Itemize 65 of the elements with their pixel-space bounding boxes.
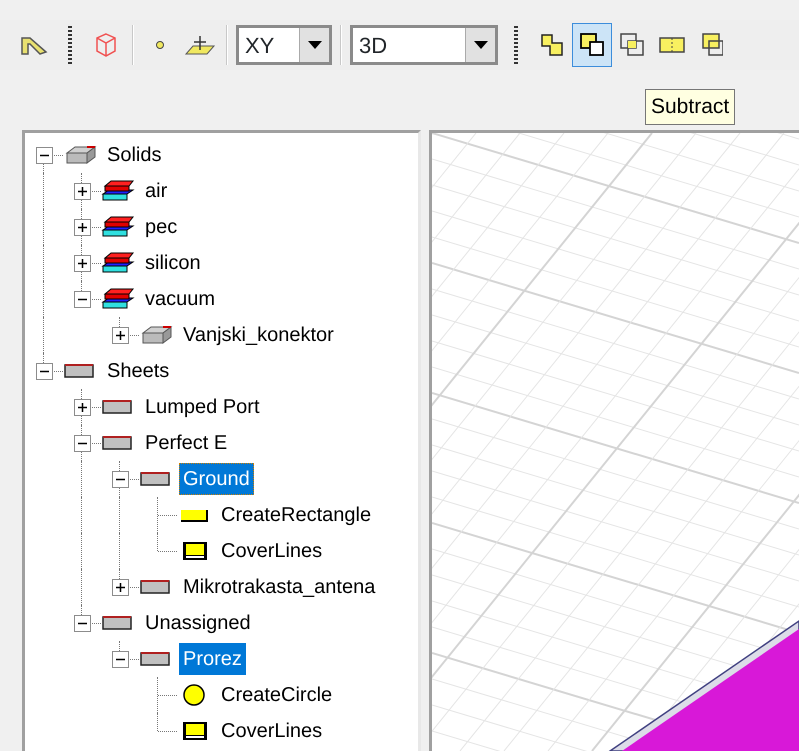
tree-item[interactable]: CreateCircle — [217, 679, 336, 711]
material-stack-icon — [101, 252, 135, 274]
collapse-toggle[interactable] — [74, 291, 91, 308]
unite-icon — [540, 33, 564, 57]
plus-icon — [116, 331, 125, 340]
material-stack-icon — [101, 216, 135, 238]
plus-icon — [78, 223, 87, 232]
tooltip: Subtract — [645, 89, 736, 124]
tree-item[interactable]: pec — [141, 211, 182, 243]
box-icon — [95, 32, 117, 58]
imprint-icon — [701, 32, 723, 58]
sheet-icon — [139, 470, 173, 488]
tree-item[interactable]: Lumped Port — [141, 391, 264, 423]
tree-item[interactable]: Vanjski_konektor — [179, 319, 338, 351]
expand-toggle[interactable] — [112, 579, 129, 596]
point-icon — [155, 40, 165, 50]
toolbar-grip[interactable] — [68, 26, 72, 64]
sheet-icon — [139, 650, 173, 668]
sheet-icon — [101, 434, 135, 452]
plus-icon — [78, 259, 87, 268]
dropdown-arrow-icon — [474, 41, 488, 49]
subtract-icon — [579, 32, 605, 58]
subtract-button[interactable] — [572, 23, 612, 67]
plus-icon — [78, 403, 87, 412]
toolbar-grip[interactable] — [514, 26, 518, 64]
plus-icon — [78, 187, 87, 196]
expand-toggle[interactable] — [74, 399, 91, 416]
sheet-icon — [101, 614, 135, 632]
plus-icon — [116, 583, 125, 592]
material-stack-icon — [101, 288, 135, 310]
collapse-toggle[interactable] — [36, 363, 53, 380]
tree-item[interactable]: vacuum — [141, 283, 220, 315]
tree-item[interactable]: Solids — [103, 139, 166, 171]
solid-icon — [63, 145, 97, 165]
tree-item[interactable]: CoverLines — [217, 715, 326, 747]
tree-item[interactable]: Unassigned — [141, 607, 255, 639]
tree-item[interactable]: Prorez — [179, 643, 246, 675]
tree-item[interactable]: Sheets — [103, 355, 174, 387]
tree-item[interactable]: Ground — [179, 463, 254, 495]
tree-item[interactable]: silicon — [141, 247, 205, 279]
sheet-icon — [101, 398, 135, 416]
dropdown-field[interactable]: 3D — [350, 25, 498, 65]
expand-toggle[interactable] — [74, 255, 91, 272]
tree-item[interactable]: Perfect E — [141, 427, 232, 459]
collapse-toggle[interactable] — [74, 435, 91, 452]
material-stack-icon — [101, 180, 135, 202]
expand-toggle[interactable] — [74, 219, 91, 236]
collapse-toggle[interactable] — [112, 651, 129, 668]
tree-item[interactable]: CoverLines — [217, 535, 326, 567]
expand-toggle[interactable] — [112, 327, 129, 344]
dropdown-arrow-icon — [308, 41, 322, 49]
collapse-toggle[interactable] — [36, 147, 53, 164]
solid-icon — [139, 325, 173, 345]
expand-toggle[interactable] — [74, 183, 91, 200]
tree-item[interactable]: air — [141, 175, 172, 207]
tree-item[interactable]: CreateRectangle — [217, 499, 376, 531]
plane-icon — [185, 34, 215, 56]
intersect-icon — [619, 32, 645, 58]
sheet-icon — [63, 362, 97, 380]
tree-item[interactable]: Mikrotrakasta_antena — [179, 571, 380, 603]
dropdown-field[interactable]: XY — [236, 25, 332, 65]
sheet-icon — [139, 578, 173, 596]
split-icon — [658, 35, 686, 55]
collapse-toggle[interactable] — [112, 471, 129, 488]
collapse-toggle[interactable] — [74, 615, 91, 632]
